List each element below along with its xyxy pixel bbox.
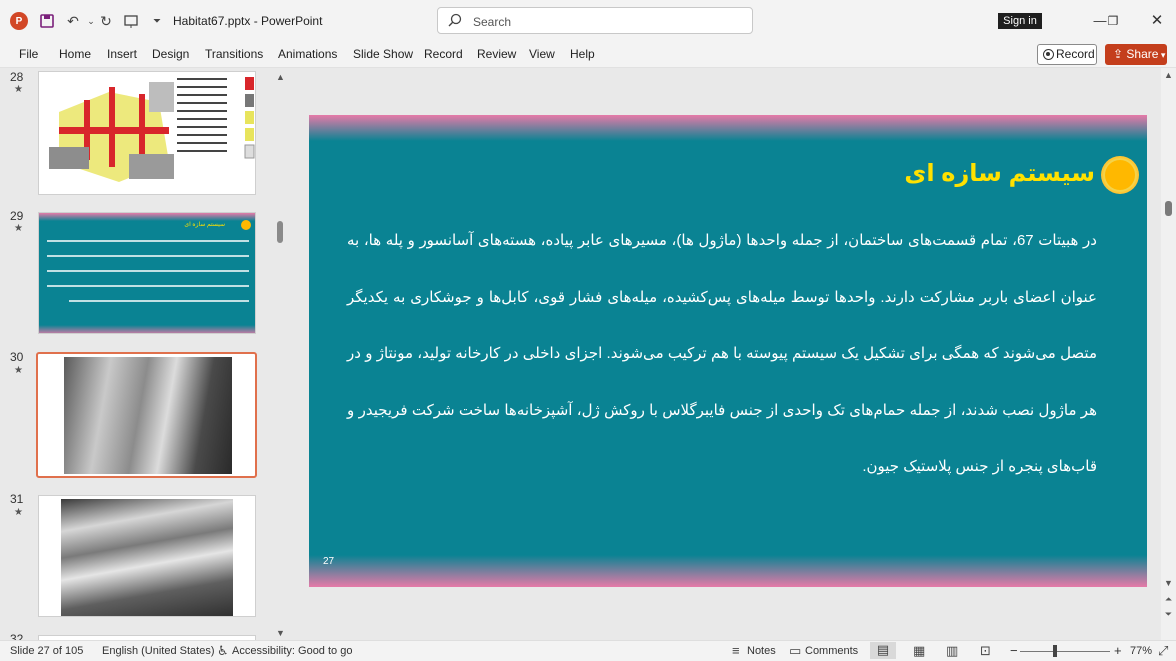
- record-button-label: Record: [1056, 47, 1095, 61]
- fit-to-window-icon[interactable]: ⤢: [1158, 643, 1168, 659]
- search-icon: [448, 13, 462, 30]
- thumb-number: 31: [10, 492, 24, 506]
- next-slide-icon[interactable]: ⏷: [1161, 609, 1176, 620]
- share-icon: ⇪: [1113, 47, 1127, 61]
- share-button[interactable]: ⇪ Share ▾: [1105, 44, 1167, 65]
- start-from-beginning-icon[interactable]: [122, 12, 140, 30]
- tab-transitions[interactable]: Transitions: [205, 47, 263, 61]
- title-bullet-circle: [1101, 156, 1139, 194]
- share-button-label: Share: [1126, 47, 1159, 61]
- text-line: [47, 255, 249, 257]
- tab-animations[interactable]: Animations: [278, 47, 337, 61]
- tab-design[interactable]: Design: [152, 47, 189, 61]
- text-line: [47, 270, 249, 272]
- slide-show-icon[interactable]: ⊡: [980, 643, 991, 659]
- thumb-number: 29: [10, 209, 24, 223]
- comments-icon: ▭: [789, 643, 802, 658]
- comments-button[interactable]: Comments: [805, 645, 858, 657]
- record-icon: [1043, 49, 1054, 60]
- scrollbar-thumb[interactable]: [1165, 201, 1172, 216]
- star-icon: ★: [14, 84, 23, 95]
- tab-home[interactable]: Home: [59, 47, 91, 61]
- text-line: [47, 285, 249, 287]
- slide-thumbnail-28[interactable]: [38, 71, 256, 195]
- powerpoint-logo: P: [10, 12, 28, 30]
- search-input[interactable]: Search: [437, 7, 753, 34]
- text-line: [69, 300, 249, 302]
- slide-thumbnail-29[interactable]: سیستم سازه ای: [38, 212, 256, 334]
- slide-title[interactable]: سیستم سازه ای: [904, 159, 1095, 188]
- zoom-out-button[interactable]: −: [1010, 643, 1018, 658]
- tab-help[interactable]: Help: [570, 47, 595, 61]
- zoom-level[interactable]: 77%: [1130, 645, 1152, 657]
- scroll-down-icon[interactable]: ▼: [1161, 578, 1176, 588]
- tab-slide-show[interactable]: Slide Show: [353, 47, 413, 61]
- title-bar: P ↶ ⌄ ↻ ⏷ Habitat67.pptx - PowerPoint Se…: [0, 0, 1176, 42]
- slide-sorter-icon[interactable]: ▦: [913, 643, 925, 659]
- thumb-number: 32: [10, 632, 24, 640]
- editor-scrollbar[interactable]: ▲ ▼ ⏶ ⏷: [1161, 68, 1176, 640]
- redo-icon[interactable]: ↻: [97, 12, 115, 30]
- document-title: Habitat67.pptx - PowerPoint: [173, 14, 323, 28]
- thumbnails-scrollbar[interactable]: [277, 221, 283, 243]
- tab-view[interactable]: View: [529, 47, 555, 61]
- slide-thumbnail-30[interactable]: [36, 352, 257, 478]
- record-button[interactable]: Record: [1037, 44, 1097, 65]
- accessibility-icon: ♿: [217, 643, 229, 658]
- accessibility-status[interactable]: Accessibility: Good to go: [232, 645, 352, 657]
- previous-slide-icon[interactable]: ⏶: [1161, 594, 1176, 605]
- customize-toolbar-icon[interactable]: ⏷: [148, 12, 166, 30]
- slide-counter[interactable]: Slide 27 of 105: [10, 645, 83, 657]
- thumb-number: 28: [10, 70, 24, 84]
- close-icon[interactable]: ✕: [1147, 11, 1167, 31]
- save-icon[interactable]: [38, 12, 56, 30]
- current-slide[interactable]: سیستم سازه ای در هبیتات 67، تمام قسمت‌ها…: [309, 115, 1147, 587]
- thumb-number: 30: [10, 350, 24, 364]
- tab-review[interactable]: Review: [477, 47, 516, 61]
- bullet-circle: [241, 220, 251, 230]
- tab-file[interactable]: File: [19, 47, 38, 61]
- tab-insert[interactable]: Insert: [107, 47, 137, 61]
- slide-body-text[interactable]: در هبیتات 67، تمام قسمت‌های ساختمان، از …: [347, 213, 1097, 496]
- slide-number: 27: [323, 556, 335, 567]
- zoom-slider-thumb[interactable]: [1053, 645, 1058, 657]
- slide-editor: سیستم سازه ای در هبیتات 67، تمام قسمت‌ها…: [290, 68, 1161, 640]
- thumbnails-scroll-up-icon[interactable]: ▲: [273, 72, 288, 82]
- normal-view-icon[interactable]: ▤: [870, 642, 896, 659]
- scroll-up-icon[interactable]: ▲: [1161, 70, 1176, 80]
- star-icon: ★: [14, 507, 23, 518]
- star-icon: ★: [14, 223, 23, 234]
- thumbnails-scroll-down-icon[interactable]: ▼: [273, 628, 288, 638]
- zoom-in-button[interactable]: +: [1114, 643, 1122, 658]
- reading-view-icon[interactable]: ▥: [946, 643, 958, 659]
- diagram-thumbnail-image: [39, 72, 255, 194]
- search-placeholder: Search: [473, 15, 512, 29]
- tab-record[interactable]: Record: [424, 47, 463, 61]
- undo-icon[interactable]: ↶: [64, 12, 82, 30]
- text-line: [47, 240, 249, 242]
- sign-in-button[interactable]: Sign in: [998, 13, 1042, 29]
- notes-icon: ≡: [732, 643, 740, 658]
- status-bar: Slide 27 of 105 English (United States) …: [0, 640, 1176, 661]
- notes-button[interactable]: Notes: [747, 645, 776, 657]
- language-indicator[interactable]: English (United States): [102, 645, 215, 657]
- star-icon: ★: [14, 365, 23, 376]
- construction-photo: [64, 357, 232, 474]
- thumbnail-title: سیستم سازه ای: [184, 222, 225, 228]
- restore-icon[interactable]: ❐: [1103, 11, 1123, 31]
- chevron-down-icon: ▾: [1158, 50, 1166, 60]
- zoom-slider[interactable]: [1020, 651, 1110, 652]
- slide-thumbnail-31[interactable]: [38, 495, 256, 617]
- factory-photo: [61, 499, 233, 616]
- slide-thumbnails-pane: 28 ★ 29 ★ سیستم سازه ای 30 ★ 31 ★ 32 ▲ ▼: [0, 68, 290, 640]
- ribbon-tabs: File Home Insert Design Transitions Anim…: [0, 42, 1176, 68]
